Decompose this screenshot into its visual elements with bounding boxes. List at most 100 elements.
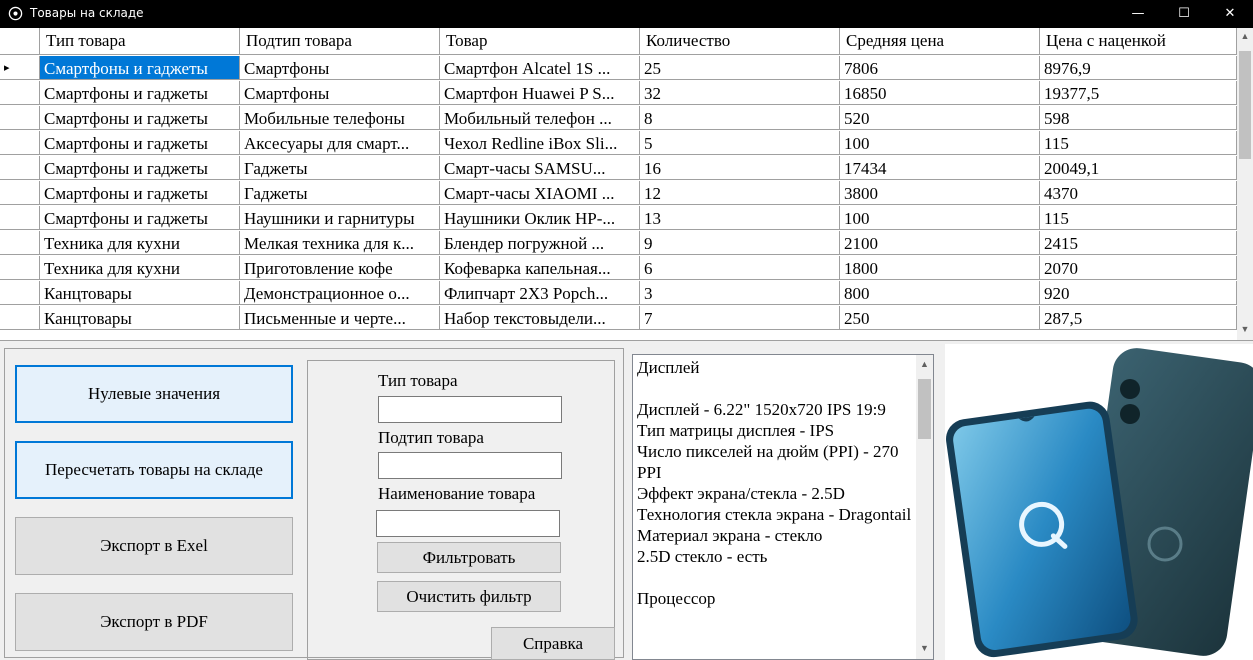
table-cell[interactable]: 16 — [640, 156, 840, 180]
table-cell[interactable]: Смартфоны и гаджеты — [40, 206, 240, 230]
column-header[interactable]: Цена с наценкой — [1040, 28, 1237, 55]
table-cell[interactable]: Мобильные телефоны — [240, 106, 440, 130]
table-row[interactable]: Техника для кухни Мелкая техника для к...… — [0, 231, 1237, 256]
table-cell[interactable]: Набор текстовыдели... — [440, 306, 640, 330]
column-header[interactable]: Количество — [640, 28, 840, 55]
table-cell[interactable]: 12 — [640, 181, 840, 205]
table-cell[interactable]: Мелкая техника для к... — [240, 231, 440, 255]
table-cell[interactable]: Гаджеты — [240, 181, 440, 205]
table-row[interactable]: Смартфоны и гаджеты Наушники и гарнитуры Н… — [0, 206, 1237, 231]
column-header[interactable]: Товар — [440, 28, 640, 55]
table-cell[interactable]: 20049,1 — [1040, 156, 1237, 180]
clear-filter-button[interactable]: Очистить фильтр — [377, 581, 561, 612]
table-cell[interactable]: Кофеварка капельная... — [440, 256, 640, 280]
row-header[interactable] — [0, 81, 40, 105]
products-grid[interactable]: Тип товара Подтип товара Товар Количество Ср… — [0, 28, 1253, 341]
subtype-input[interactable] — [378, 452, 562, 479]
table-cell[interactable]: 7806 — [840, 56, 1040, 80]
table-cell[interactable]: Смартфон Alcatel 1S ... — [440, 56, 640, 80]
row-header[interactable] — [0, 181, 40, 205]
table-cell[interactable]: 19377,5 — [1040, 81, 1237, 105]
table-cell[interactable]: 2070 — [1040, 256, 1237, 280]
grid-corner[interactable] — [0, 28, 40, 55]
table-cell[interactable]: Канцтовары — [40, 281, 240, 305]
grid-vertical-scrollbar[interactable]: ▲ ▼ — [1237, 28, 1253, 340]
table-cell[interactable]: Флипчарт 2X3 Popch... — [440, 281, 640, 305]
export-excel-button[interactable]: Экспорт в Exel — [15, 517, 293, 575]
type-input[interactable] — [378, 396, 562, 423]
table-cell[interactable]: 17434 — [840, 156, 1040, 180]
table-cell[interactable]: 3800 — [840, 181, 1040, 205]
table-cell[interactable]: 4370 — [1040, 181, 1237, 205]
table-cell[interactable]: Чехол Redline iBox Sli... — [440, 131, 640, 155]
table-cell[interactable]: Демонстрационное о... — [240, 281, 440, 305]
maximize-button[interactable]: ☐ — [1161, 0, 1207, 28]
table-row[interactable]: Смартфоны и гаджеты Гаджеты Смарт-часы SAM… — [0, 156, 1237, 181]
table-cell[interactable]: Канцтовары — [40, 306, 240, 330]
row-header[interactable] — [0, 231, 40, 255]
table-cell[interactable]: 2100 — [840, 231, 1040, 255]
table-cell[interactable]: Гаджеты — [240, 156, 440, 180]
table-cell[interactable]: Смарт-часы XIAOMI ... — [440, 181, 640, 205]
table-cell[interactable]: 115 — [1040, 206, 1237, 230]
table-cell[interactable]: Письменные и черте... — [240, 306, 440, 330]
recount-button[interactable]: Пересчетать товары на складе — [15, 441, 293, 499]
table-cell[interactable]: 13 — [640, 206, 840, 230]
table-cell[interactable]: 598 — [1040, 106, 1237, 130]
desc-scroll-up-icon[interactable]: ▲ — [916, 359, 933, 369]
table-cell[interactable]: Приготовление кофе — [240, 256, 440, 280]
table-cell[interactable]: 287,5 — [1040, 306, 1237, 330]
table-row[interactable]: ▸ Смартфоны и гаджеты Смартфоны Смартфон Al… — [0, 56, 1237, 81]
table-cell[interactable]: 3 — [640, 281, 840, 305]
table-cell[interactable]: 5 — [640, 131, 840, 155]
export-pdf-button[interactable]: Экспорт в PDF — [15, 593, 293, 651]
table-row[interactable]: Канцтовары Письменные и черте... Набор тек… — [0, 306, 1237, 331]
desc-scroll-thumb[interactable] — [918, 379, 931, 439]
table-row[interactable]: Смартфоны и гаджеты Аксесуары для смарт..… — [0, 131, 1237, 156]
table-cell[interactable]: 8 — [640, 106, 840, 130]
row-header[interactable] — [0, 256, 40, 280]
filter-button[interactable]: Фильтровать — [377, 542, 561, 573]
table-cell[interactable]: Блендер погружной ... — [440, 231, 640, 255]
row-header[interactable] — [0, 156, 40, 180]
table-cell[interactable]: Наушники Оклик HP-... — [440, 206, 640, 230]
table-cell[interactable]: 520 — [840, 106, 1040, 130]
table-row[interactable]: Техника для кухни Приготовление кофе Кофев… — [0, 256, 1237, 281]
table-cell[interactable]: Смартфоны и гаджеты — [40, 156, 240, 180]
table-cell[interactable]: 16850 — [840, 81, 1040, 105]
table-cell[interactable]: Техника для кухни — [40, 256, 240, 280]
table-cell[interactable]: Смартфоны — [240, 56, 440, 80]
table-row[interactable]: Смартфоны и гаджеты Мобильные телефоны Моб… — [0, 106, 1237, 131]
row-header[interactable] — [0, 206, 40, 230]
desc-scroll-down-icon[interactable]: ▼ — [916, 643, 933, 653]
column-header[interactable]: Подтип товара — [240, 28, 440, 55]
table-cell[interactable]: 115 — [1040, 131, 1237, 155]
table-cell[interactable]: 2415 — [1040, 231, 1237, 255]
table-cell[interactable]: 250 — [840, 306, 1040, 330]
current-row-icon[interactable]: ▸ — [0, 56, 40, 80]
name-input[interactable] — [376, 510, 560, 537]
table-cell[interactable]: Аксесуары для смарт... — [240, 131, 440, 155]
table-cell[interactable]: 1800 — [840, 256, 1040, 280]
table-cell[interactable]: 8976,9 — [1040, 56, 1237, 80]
table-cell[interactable]: 920 — [1040, 281, 1237, 305]
table-cell[interactable]: Техника для кухни — [40, 231, 240, 255]
table-cell[interactable]: Смартфоны и гаджеты — [40, 106, 240, 130]
row-header[interactable] — [0, 106, 40, 130]
table-cell[interactable]: 25 — [640, 56, 840, 80]
row-header[interactable] — [0, 306, 40, 330]
table-cell[interactable]: 100 — [840, 131, 1040, 155]
table-cell[interactable]: 800 — [840, 281, 1040, 305]
table-cell[interactable]: Наушники и гарнитуры — [240, 206, 440, 230]
description-scrollbar[interactable]: ▲ ▼ — [916, 355, 933, 659]
table-cell[interactable]: 7 — [640, 306, 840, 330]
minimize-button[interactable]: — — [1115, 0, 1161, 28]
row-header[interactable] — [0, 131, 40, 155]
close-button[interactable]: ✕ — [1207, 0, 1253, 28]
table-row[interactable]: Смартфоны и гаджеты Смартфоны Смартфон Hua… — [0, 81, 1237, 106]
table-cell[interactable]: Смарт-часы SAMSU... — [440, 156, 640, 180]
table-cell[interactable]: Смартфоны и гаджеты — [40, 131, 240, 155]
table-cell[interactable]: 9 — [640, 231, 840, 255]
column-header[interactable]: Тип товара — [40, 28, 240, 55]
scroll-down-icon[interactable]: ▼ — [1237, 324, 1253, 334]
